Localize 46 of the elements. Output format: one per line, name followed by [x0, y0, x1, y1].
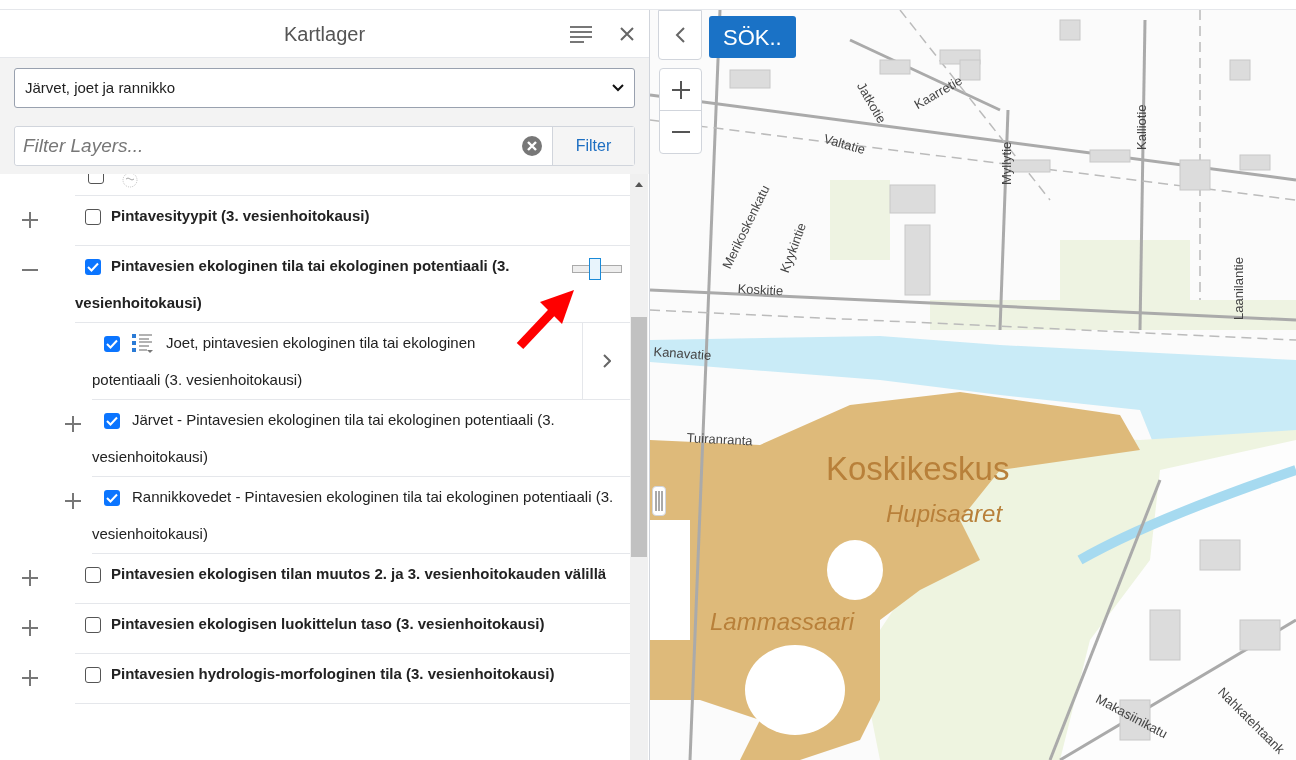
checkbox[interactable]: [85, 567, 101, 583]
map-label: Tuiranranta: [686, 431, 753, 448]
search-button[interactable]: SÖK..: [709, 16, 796, 58]
checkbox[interactable]: [85, 667, 101, 683]
checkbox[interactable]: [85, 617, 101, 633]
legend-icon[interactable]: [132, 333, 154, 353]
layer-label[interactable]: Pintavesityypit (3. vesienhoitokausi): [75, 197, 614, 234]
layer-label[interactable]: Järvet - Pintavesien ekologinen tila tai ekologinen potentiaali (3. vesienhoitokausi): [92, 401, 614, 475]
map-label: Koskitie: [737, 282, 784, 298]
expand-icon[interactable]: [21, 211, 39, 229]
chevron-down-icon: [612, 84, 624, 92]
map-label: Koskikeskus: [826, 452, 1010, 485]
resize-handle[interactable]: [652, 486, 666, 516]
layer-label[interactable]: Joet, pintavesien ekologinen tila tai ekologinen potentiaali (3. vesienhoitokausi): [92, 324, 502, 398]
map-label: Kanavatie: [653, 345, 712, 362]
expand-icon[interactable]: [21, 619, 39, 637]
menu-icon[interactable]: [570, 25, 592, 43]
checkbox[interactable]: [85, 209, 101, 225]
expand-icon[interactable]: [21, 669, 39, 687]
minus-icon: [670, 130, 691, 134]
checkbox[interactable]: [104, 413, 120, 429]
opacity-slider[interactable]: [572, 258, 622, 280]
checkbox[interactable]: [104, 490, 120, 506]
theme-dropdown[interactable]: Järvet, joet ja rannikko: [14, 68, 635, 108]
panel-title: Kartlager: [283, 21, 366, 47]
expand-icon[interactable]: [64, 415, 82, 433]
layer-label[interactable]: Rannikkovedet - Pintavesien ekologinen tila tai ekologinen potentiaali (3. vesienhoitokausi): [92, 478, 614, 552]
arrow-annotation: [514, 288, 576, 352]
map-label: Myllytie: [1000, 141, 1013, 185]
map-label: Kalliotie: [1135, 104, 1148, 150]
map-label: Valtatie: [822, 132, 867, 157]
layer-label[interactable]: Pintavesien ekologisen tilan muutos 2. ja 3. vesienhoitokauden välillä: [75, 555, 614, 592]
map-label: Lammassaari: [710, 610, 855, 634]
checkbox[interactable]: [85, 259, 101, 275]
scrollbar[interactable]: [630, 174, 648, 760]
close-icon[interactable]: [620, 27, 634, 41]
layer-label[interactable]: Pintavesien ekologinen tila tai ekologinen potentiaali (3. vesienhoitokausi): [75, 247, 550, 321]
checkbox[interactable]: [104, 336, 120, 352]
layer-label[interactable]: Pintavesien hydrologis-morfologinen tila (3. vesienhoitokausi): [75, 655, 614, 692]
map-label: Laanilantie: [1232, 257, 1245, 320]
layer-label[interactable]: Pintavesien ekologisen luokittelun taso (3. vesienhoitokausi): [75, 605, 614, 642]
expand-icon[interactable]: [64, 492, 82, 510]
chevron-right-icon: [602, 354, 611, 368]
expand-icon[interactable]: [21, 569, 39, 587]
plus-icon: [670, 79, 691, 100]
chevron-left-icon: [674, 26, 686, 44]
